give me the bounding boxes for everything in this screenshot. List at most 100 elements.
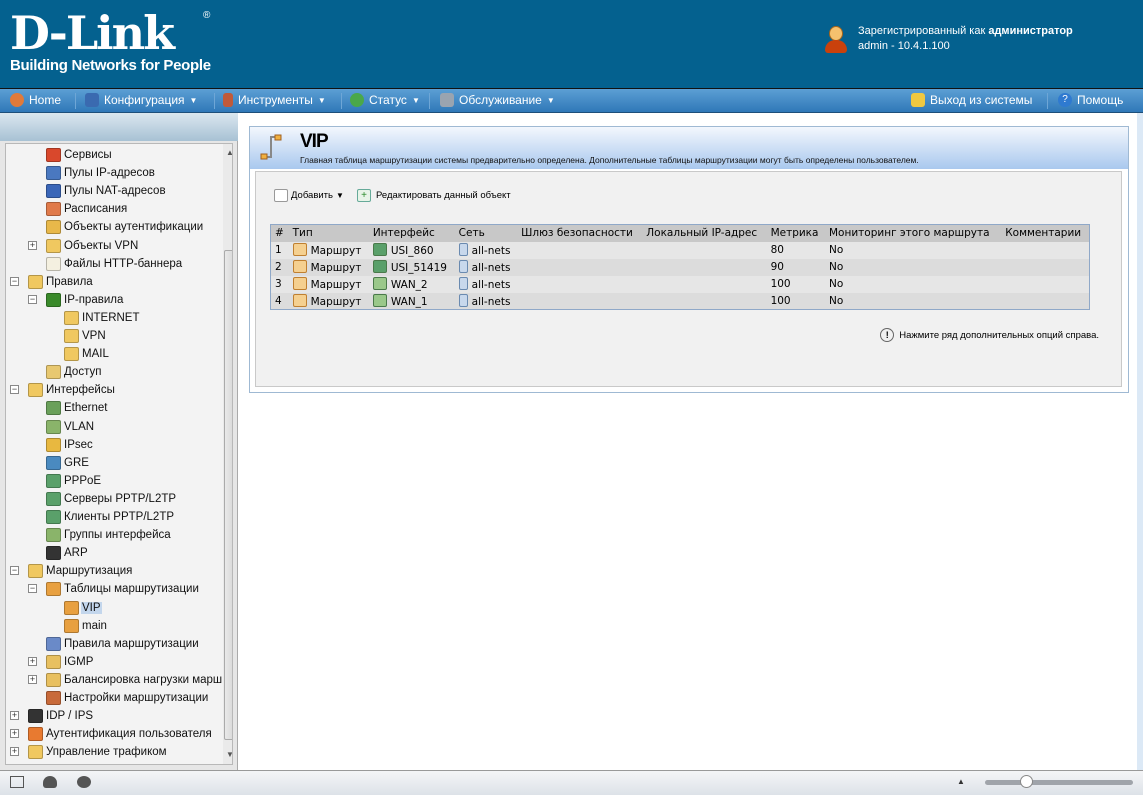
collapse-toggle[interactable]: − (10, 276, 19, 286)
collapse-toggle[interactable]: − (10, 385, 19, 395)
tree-item-label: Сервисы (64, 149, 112, 161)
menu-configuration[interactable]: Конфигурация ▼ (85, 93, 197, 107)
expand-toggle[interactable]: + (10, 729, 19, 739)
add-button[interactable]: Добавить ▼ (274, 189, 344, 202)
cell-comment (1001, 275, 1090, 293)
tree-item[interactable]: GRE (46, 454, 90, 472)
logout-button[interactable]: Выход из системы (911, 93, 1032, 107)
help-button[interactable]: ? Помощь (1058, 93, 1123, 107)
tree-item[interactable]: Интерфейсы (28, 381, 116, 399)
cell-comment (1001, 292, 1090, 310)
tree-item-label: Расписания (64, 203, 128, 216)
tree-item[interactable]: VIP (64, 599, 102, 617)
tree-scrollbar[interactable]: ▲ ▼ (223, 144, 232, 764)
tree-item[interactable]: Группы интерфейса (46, 526, 172, 544)
tree-item-icon (46, 473, 61, 488)
page-scrollbar[interactable] (1137, 113, 1143, 770)
tree-item[interactable]: Пулы NAT-адресов (46, 182, 167, 200)
collapse-toggle[interactable]: − (28, 584, 37, 594)
collapse-toggle[interactable]: − (10, 566, 19, 576)
screen-icon[interactable] (10, 776, 24, 788)
tree-item-label: IGMP (64, 655, 94, 668)
cell-n: 4 (270, 292, 289, 310)
tree-item-icon (46, 636, 61, 651)
tree-item[interactable]: Правила (28, 273, 94, 291)
panel-header: VIP Главная таблица маршрутизации систем… (250, 127, 1128, 169)
tree-item[interactable]: Доступ (46, 363, 102, 381)
zoom-slider-knob[interactable] (1020, 775, 1034, 788)
menu-home[interactable]: Home (10, 93, 61, 107)
expand-toggle[interactable]: + (10, 711, 19, 721)
hint: ! Нажмите ряд дополнительных опций справа… (880, 328, 1099, 342)
tree-item[interactable]: IDP / IPS (28, 707, 94, 725)
column-header[interactable]: # (270, 224, 289, 242)
tree-item[interactable]: Сервисы (46, 146, 113, 164)
tree-item[interactable]: Таблицы маршрутизации (46, 580, 200, 598)
column-header[interactable]: Сеть (454, 224, 518, 242)
cell-local (642, 275, 767, 293)
tree-item[interactable]: INTERNET (64, 309, 141, 327)
tree-item[interactable]: MAIL (64, 345, 110, 363)
tree-item[interactable]: IPsec (46, 436, 94, 454)
config-icon (85, 93, 99, 107)
menu-tools[interactable]: Инструменты ▼ (223, 93, 326, 107)
cloud-icon[interactable] (43, 776, 57, 788)
tree-item[interactable]: Управление трафиком (28, 743, 168, 761)
tree-item[interactable]: Клиенты PPTP/L2TP (46, 508, 175, 526)
column-header[interactable]: Тип (288, 224, 369, 242)
tree-item-label: Объекты аутентификации (64, 221, 204, 234)
tree-item-label: VPN (82, 330, 106, 342)
column-header[interactable]: Шлюз безопасности (517, 224, 643, 242)
tree-item[interactable]: main (64, 617, 108, 635)
column-header[interactable]: Комментарии (1001, 224, 1090, 242)
tree-item[interactable]: Файлы HTTP-баннера (46, 255, 183, 273)
tree-item[interactable]: Серверы PPTP/L2TP (46, 490, 177, 508)
column-header[interactable]: Метрика (766, 224, 825, 242)
expand-toggle[interactable]: + (28, 674, 37, 684)
tree-item[interactable]: PPPoE (46, 472, 102, 490)
cell-comment (1001, 241, 1090, 259)
tree-item-label: Балансировка нагрузки марш (64, 673, 223, 686)
tree-item-label: IDP / IPS (46, 710, 94, 723)
scrollbar-thumb[interactable] (224, 250, 232, 740)
column-header[interactable]: Мониторинг этого маршрута (825, 224, 1002, 242)
tree-item[interactable]: IP-правила (46, 291, 124, 309)
tree-item[interactable]: VLAN (46, 418, 95, 436)
table-row[interactable]: 1 Маршрут USI_860 all-nets 80 No (270, 241, 1090, 259)
menu-status[interactable]: Статус ▼ (350, 93, 420, 107)
gauge-icon[interactable] (77, 776, 91, 788)
tree-item-label: IP-правила (64, 293, 124, 306)
tree-item[interactable]: Балансировка нагрузки марш (46, 671, 223, 689)
column-header[interactable]: Локальный IP-адрес (642, 224, 767, 242)
tree-item-label: Маршрутизация (46, 565, 133, 578)
tree-item[interactable]: Объекты аутентификации (46, 218, 204, 236)
expand-toggle[interactable]: + (28, 240, 37, 250)
cell-iface: USI_860 (368, 241, 455, 259)
tree-item[interactable]: VPN (64, 327, 107, 345)
tree-item[interactable]: Пулы IP-адресов (46, 164, 156, 182)
tree-item[interactable]: Расписания (46, 200, 128, 218)
cell-metric: 80 (766, 241, 825, 259)
route-icon (292, 243, 307, 256)
tree-item[interactable]: Маршрутизация (28, 562, 133, 580)
tree-item[interactable]: IGMP (46, 653, 94, 671)
tree-item[interactable]: Настройки маршрутизации (46, 689, 209, 707)
tree-item[interactable]: Правила маршрутизации (46, 635, 200, 653)
tree-item-label: GRE (64, 456, 89, 469)
zoom-slider[interactable] (985, 775, 1133, 788)
expand-toggle[interactable]: + (28, 656, 37, 666)
table-row[interactable]: 4 Маршрут WAN_1 all-nets 100 No (270, 292, 1090, 310)
column-header[interactable]: Интерфейс (368, 224, 455, 242)
table-row[interactable]: 2 Маршрут USI_51419 all-nets 90 No (270, 258, 1090, 276)
table-row[interactable]: 3 Маршрут WAN_2 all-nets 100 No (270, 275, 1090, 293)
expand-toggle[interactable]: + (10, 747, 19, 757)
tree-item[interactable]: ARP (46, 544, 89, 562)
menu-maintenance[interactable]: Обслуживание ▼ (440, 93, 555, 107)
tree-item[interactable]: Ethernet (46, 399, 108, 417)
collapse-toggle[interactable]: − (28, 294, 37, 304)
tree-item[interactable]: Объекты VPN (46, 237, 139, 255)
edit-object-button[interactable]: + Редактировать данный объект (357, 189, 511, 202)
tools-icon (223, 93, 233, 107)
expand-up-icon[interactable]: ▲ (957, 777, 965, 786)
tree-item[interactable]: Аутентификация пользователя (28, 725, 213, 743)
